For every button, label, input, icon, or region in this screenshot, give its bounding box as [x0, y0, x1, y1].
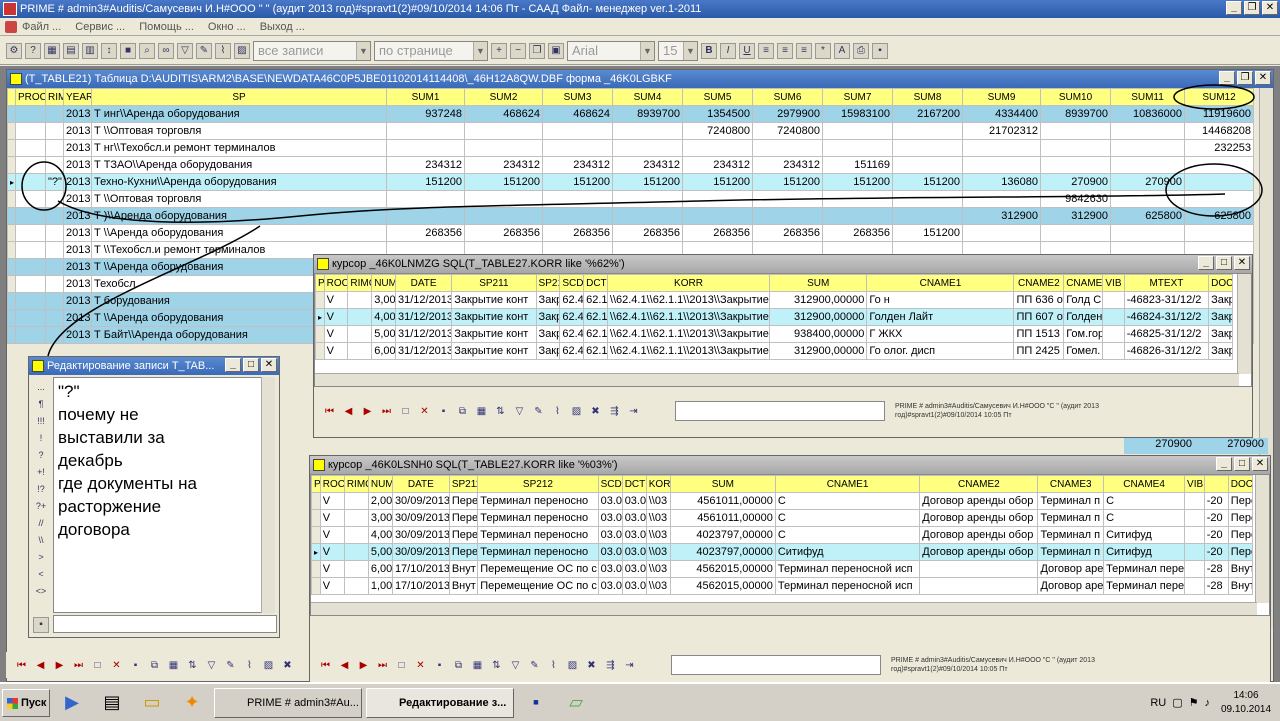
- page-combo[interactable]: по странице ▼: [374, 40, 488, 61]
- chevron-down-icon[interactable]: ▼: [356, 41, 370, 60]
- menu-exit[interactable]: Выход ...: [260, 18, 305, 35]
- italic-icon[interactable]: I: [720, 42, 736, 59]
- app-title: PRIME # admin3#Auditis/Самусевич И.Н#ООО…: [20, 3, 702, 15]
- font-combo[interactable]: Arial ▼: [567, 40, 655, 61]
- chart-icon[interactable]: ▨: [234, 42, 250, 59]
- underline-icon[interactable]: U: [739, 42, 755, 59]
- tools-icon[interactable]: ⚙: [6, 42, 22, 59]
- menu-help[interactable]: Помощь ...: [139, 18, 194, 35]
- filter-icon[interactable]: ▽: [177, 42, 193, 59]
- system-tray: RU ▢ ⚑ ♪ 14:06 09.10.2014: [1150, 684, 1280, 721]
- minus-icon[interactable]: −: [510, 42, 526, 59]
- menu-service[interactable]: Сервис ...: [75, 18, 125, 35]
- taskbar: Пуск ▶ ▤ ▭ ✦ PRIME # admin3#Au... Редакт…: [0, 682, 1280, 721]
- align-right-icon[interactable]: ≡: [796, 42, 812, 59]
- plus-icon[interactable]: +: [491, 42, 507, 59]
- minimize-button[interactable]: _: [1226, 1, 1242, 15]
- menubar: Файл ... Сервис ... Помощь ... Окно ... …: [0, 18, 1280, 36]
- chevron-down-icon[interactable]: ▼: [683, 41, 697, 60]
- network-icon[interactable]: ▢: [1172, 696, 1182, 709]
- folder-icon[interactable]: ▭: [134, 687, 170, 719]
- notepad-icon[interactable]: ▱: [558, 687, 594, 719]
- print-icon[interactable]: ⎙: [853, 42, 869, 59]
- restore-button[interactable]: ❐: [1244, 1, 1260, 15]
- fox-icon[interactable]: ✦: [174, 687, 210, 719]
- grid-icon[interactable]: ▦: [44, 42, 60, 59]
- font-size-combo[interactable]: 15 ▼: [658, 40, 698, 61]
- star-icon[interactable]: *: [815, 42, 831, 59]
- records-combo[interactable]: все записи ▼: [253, 40, 371, 61]
- task-prime[interactable]: PRIME # admin3#Au...: [214, 687, 362, 718]
- task-editor[interactable]: Редактирование з...: [366, 687, 514, 718]
- powershell-icon[interactable]: ▶: [54, 687, 90, 719]
- font-color-icon[interactable]: A: [834, 42, 850, 59]
- start-button[interactable]: Пуск: [2, 688, 50, 717]
- app-icon: [3, 2, 17, 16]
- clock[interactable]: 14:06 09.10.2014: [1216, 689, 1276, 717]
- mdi-area: (T_TABLE21) Таблица D:\AUDITIS\ARM2\BASE…: [0, 66, 1280, 721]
- paste-icon[interactable]: ▣: [548, 42, 564, 59]
- app-titlebar: PRIME # admin3#Auditis/Самусевич И.Н#ООО…: [0, 0, 1280, 18]
- save-icon[interactable]: ▪: [872, 42, 888, 59]
- sort-icon[interactable]: ↕: [101, 42, 117, 59]
- server-icon[interactable]: ▤: [94, 687, 130, 719]
- stop-icon[interactable]: ■: [120, 42, 136, 59]
- brush-icon[interactable]: ⌇: [215, 42, 231, 59]
- calc-icon[interactable]: ▤: [63, 42, 79, 59]
- table-icon[interactable]: ▥: [82, 42, 98, 59]
- menu-file[interactable]: Файл ...: [22, 18, 61, 35]
- copy-icon[interactable]: ❐: [529, 42, 545, 59]
- align-left-icon[interactable]: ≡: [758, 42, 774, 59]
- handwritten-annotations: [21, 84, 1263, 357]
- help-icon[interactable]: ?: [25, 42, 41, 59]
- edit-icon[interactable]: ✎: [196, 42, 212, 59]
- language-indicator[interactable]: RU: [1150, 697, 1166, 709]
- floppy-icon[interactable]: ▪: [518, 687, 554, 719]
- bold-icon[interactable]: B: [701, 42, 717, 59]
- menu-app-icon: [5, 21, 17, 33]
- align-center-icon[interactable]: ≡: [777, 42, 793, 59]
- speaker-icon[interactable]: ♪: [1205, 697, 1211, 709]
- close-button[interactable]: ✕: [1262, 1, 1278, 15]
- find-icon[interactable]: ⌕: [139, 42, 155, 59]
- menu-window[interactable]: Окно ...: [208, 18, 246, 35]
- chevron-down-icon[interactable]: ▼: [640, 41, 654, 60]
- chevron-down-icon[interactable]: ▼: [473, 41, 487, 60]
- flag-icon[interactable]: ⚑: [1189, 696, 1199, 709]
- binoculars-icon[interactable]: ∞: [158, 42, 174, 59]
- main-toolbar: ⚙ ? ▦ ▤ ▥ ↕ ■ ⌕ ∞ ▽ ✎ ⌇ ▨ все записи ▼ по…: [0, 37, 1280, 65]
